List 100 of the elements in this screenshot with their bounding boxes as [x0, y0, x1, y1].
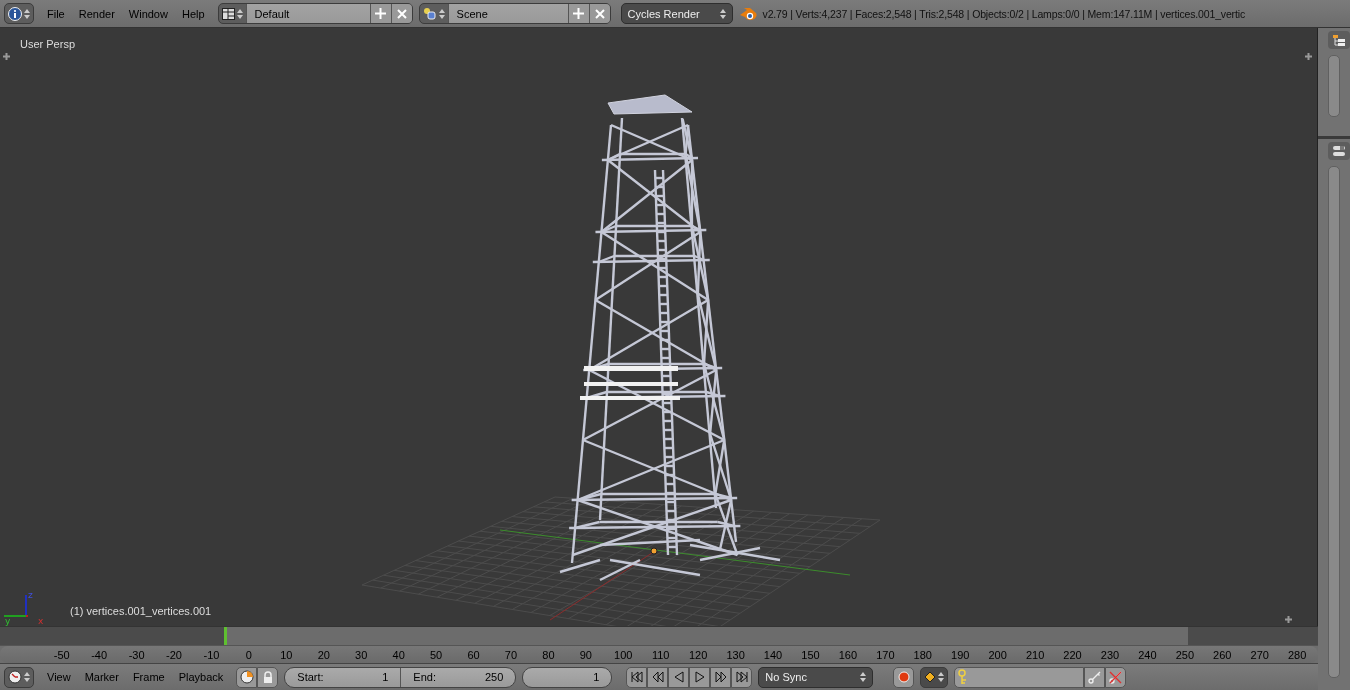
- sync-mode-dropdown[interactable]: No Sync: [758, 666, 874, 688]
- delete-keyframe-button[interactable]: [1105, 666, 1127, 688]
- record-button[interactable]: [893, 666, 915, 688]
- up-down-arrows-icon: [860, 671, 867, 683]
- scene-name-field[interactable]: Scene: [447, 4, 568, 23]
- frame-number: 260: [1212, 648, 1233, 661]
- up-down-arrows-icon: [236, 7, 243, 20]
- menu-item[interactable]: Help: [174, 7, 212, 20]
- frame-number: 120: [687, 648, 709, 661]
- close-icon[interactable]: [390, 4, 412, 23]
- playback-button[interactable]: [668, 666, 690, 688]
- frame-number: 230: [1099, 648, 1121, 661]
- frame-number: 270: [1249, 648, 1270, 661]
- key-delete-icon: [1109, 670, 1123, 684]
- add-icon[interactable]: [567, 4, 589, 23]
- layout-icon: [221, 7, 235, 20]
- frame-number: 240: [1137, 648, 1158, 661]
- menu-item[interactable]: Marker: [77, 671, 126, 683]
- add-icon[interactable]: [1304, 52, 1313, 61]
- jump-end-icon: [735, 671, 748, 683]
- axis-label: z: [28, 590, 33, 600]
- frame-number: 30: [354, 648, 369, 661]
- frame-number: 250: [1174, 648, 1195, 661]
- add-icon[interactable]: [2, 52, 11, 61]
- view-name-label: User Persp: [20, 38, 76, 50]
- frame-number: 60: [466, 648, 481, 661]
- menu-item[interactable]: Render: [71, 7, 122, 20]
- up-down-arrows-icon: [938, 671, 945, 683]
- frame-number: 110: [650, 648, 671, 661]
- close-icon[interactable]: [588, 4, 610, 23]
- frame-number: 0: [244, 648, 253, 661]
- scene-icon: [422, 7, 437, 20]
- current-frame-field[interactable]: 1: [523, 667, 612, 687]
- frame-number: 50: [428, 648, 444, 661]
- frame-number: 140: [762, 648, 784, 661]
- insert-keyframe-button[interactable]: [1084, 666, 1106, 688]
- properties-icon[interactable]: [1328, 142, 1350, 160]
- frame-number: 20: [316, 648, 331, 661]
- frame-number: 100: [613, 648, 634, 661]
- layout-selector[interactable]: Default: [217, 3, 413, 24]
- frame-number: -40: [90, 648, 109, 661]
- frame-number: 160: [837, 648, 859, 661]
- menu-item[interactable]: File: [40, 7, 72, 20]
- preview-range-button[interactable]: [236, 666, 258, 688]
- menu-item[interactable]: Frame: [125, 671, 172, 683]
- playback-button[interactable]: [731, 666, 753, 688]
- frame-number: -10: [202, 648, 221, 661]
- frame-number: 210: [1024, 648, 1046, 661]
- layout-name-field[interactable]: Default: [245, 4, 370, 23]
- scrollbar[interactable]: [1328, 55, 1340, 117]
- up-down-arrows-icon: [24, 671, 30, 683]
- frame-number: 70: [503, 648, 519, 661]
- frame-number: 220: [1062, 648, 1083, 661]
- axis-label: y: [5, 616, 11, 626]
- timeline[interactable]: -50 -40 -30 -20 -10 0 10 20 30 40 50 60 70 80 90 100 110 120 130 140 150 160 170 180 190 200 210 220 230 240 250 260 270 280: [0, 626, 1318, 663]
- outliner-icon[interactable]: [1328, 31, 1350, 49]
- clock-icon: [8, 670, 22, 684]
- axis-label: x: [38, 616, 44, 626]
- play-icon: [693, 671, 706, 683]
- scrollbar[interactable]: [1328, 166, 1340, 678]
- frame-number: -20: [165, 648, 183, 661]
- logo-icon: [738, 5, 757, 22]
- menu-item[interactable]: View: [40, 671, 78, 683]
- fast-forward-icon: [714, 671, 727, 683]
- frame-number: 150: [800, 648, 821, 661]
- frame-number: 130: [725, 648, 746, 661]
- add-icon[interactable]: [369, 4, 391, 23]
- playback-button[interactable]: [689, 666, 711, 688]
- playback-button[interactable]: [710, 666, 732, 688]
- scene-statistics: v2.79 | Verts:4,237 | Faces:2,548 | Tris:2,548 | Objects:0/2 | Lamps:0/0 | Mem:147.11M | vertices.001_vertic: [762, 7, 1245, 20]
- menu-item[interactable]: Playback: [171, 671, 231, 683]
- menu-item[interactable]: Window: [121, 7, 175, 20]
- frame-number: 90: [578, 648, 593, 661]
- render-engine-dropdown[interactable]: Cycles Render: [620, 3, 733, 24]
- frame-number: 170: [875, 648, 896, 661]
- active-object-label: (1) vertices.001_vertices.001: [70, 605, 212, 617]
- frame-number: 180: [912, 648, 933, 661]
- up-down-arrows-icon: [438, 7, 445, 20]
- axis-gizmo-icon: [4, 593, 28, 617]
- playback-button[interactable]: [626, 666, 648, 688]
- editor-type-button[interactable]: [4, 3, 34, 24]
- keying-set-field[interactable]: [954, 666, 1085, 688]
- clock-icon: [239, 670, 254, 684]
- scene-selector[interactable]: Scene: [418, 3, 611, 24]
- record-icon: [897, 671, 910, 683]
- frame-number: 190: [950, 648, 971, 661]
- frame-number: 80: [541, 648, 556, 661]
- editor-type-button[interactable]: [4, 666, 34, 688]
- key-icon: [1088, 670, 1102, 684]
- keying-mode-button[interactable]: [920, 666, 949, 688]
- lock-button[interactable]: [257, 666, 279, 688]
- frame-number: 200: [987, 648, 1008, 661]
- jump-start-icon: [630, 671, 643, 683]
- playback-button[interactable]: [647, 666, 669, 688]
- frame-number: -30: [127, 648, 146, 661]
- up-down-arrows-icon: [24, 7, 30, 20]
- frame-number: 40: [391, 648, 406, 661]
- add-icon[interactable]: [1284, 615, 1293, 624]
- lock-icon: [262, 671, 273, 683]
- frame-number: 10: [279, 648, 294, 661]
